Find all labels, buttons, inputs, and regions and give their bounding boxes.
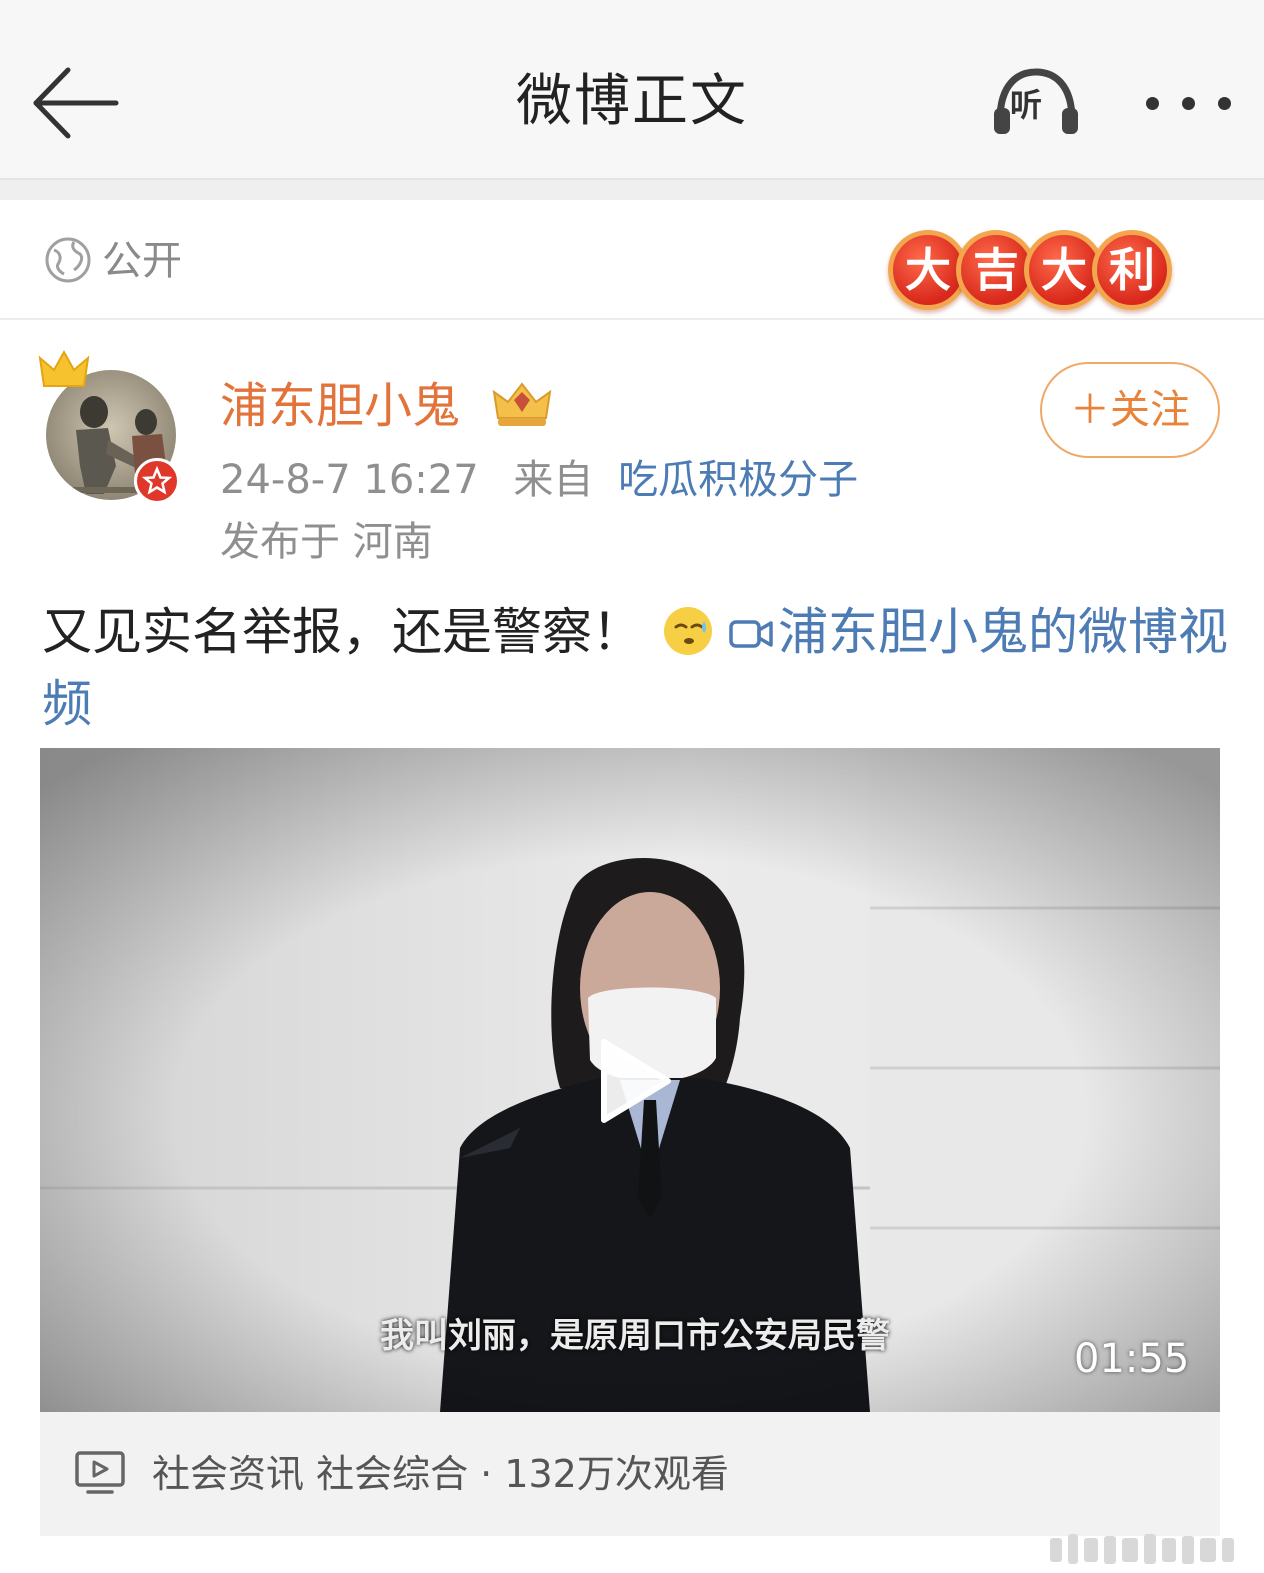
video-tv-icon: [75, 1451, 125, 1494]
post-source-link[interactable]: 吃瓜积极分子: [618, 457, 858, 503]
author-name[interactable]: 浦东胆小鬼: [220, 376, 460, 436]
sweat-emoji-icon: [664, 607, 712, 655]
video-subtitle: 我叫刘丽，是原周口市公安局民警: [380, 1316, 890, 1356]
watermark-icon: [1050, 1534, 1234, 1564]
listen-label: 听: [1010, 86, 1043, 124]
section-divider: [0, 178, 1264, 200]
post-meta: 24-8-7 16:27 来自 吃瓜积极分子: [220, 452, 858, 508]
video-duration: 01:55: [1074, 1336, 1190, 1382]
badge-char: 利: [1092, 230, 1172, 310]
source-prefix: 来自: [513, 457, 594, 503]
lucky-badge[interactable]: 大 吉 大 利: [888, 230, 1178, 314]
crown-icon: [38, 349, 90, 387]
video-stats: 社会资讯 社会综合 · 132万次观看: [152, 1452, 729, 1496]
listen-button[interactable]: 听: [988, 62, 1084, 146]
post-location: 发布于 河南: [220, 519, 433, 565]
follow-button[interactable]: ＋关注: [1040, 362, 1220, 458]
verified-badge-icon: [134, 458, 180, 504]
member-crown-icon: [492, 382, 552, 426]
globe-icon: [45, 237, 91, 283]
play-icon[interactable]: [594, 1036, 674, 1126]
post-body: 又见实名举报，还是警察！ 浦东胆小鬼的微博视频: [42, 596, 1232, 740]
video-camera-icon: [729, 620, 773, 648]
more-options-button[interactable]: [1138, 82, 1238, 126]
post-text: 又见实名举报，还是警察！: [42, 603, 642, 661]
more-dots-icon: [1146, 97, 1159, 110]
post-time: 24-8-7 16:27: [220, 457, 479, 503]
visibility-label: 公开: [102, 238, 182, 284]
